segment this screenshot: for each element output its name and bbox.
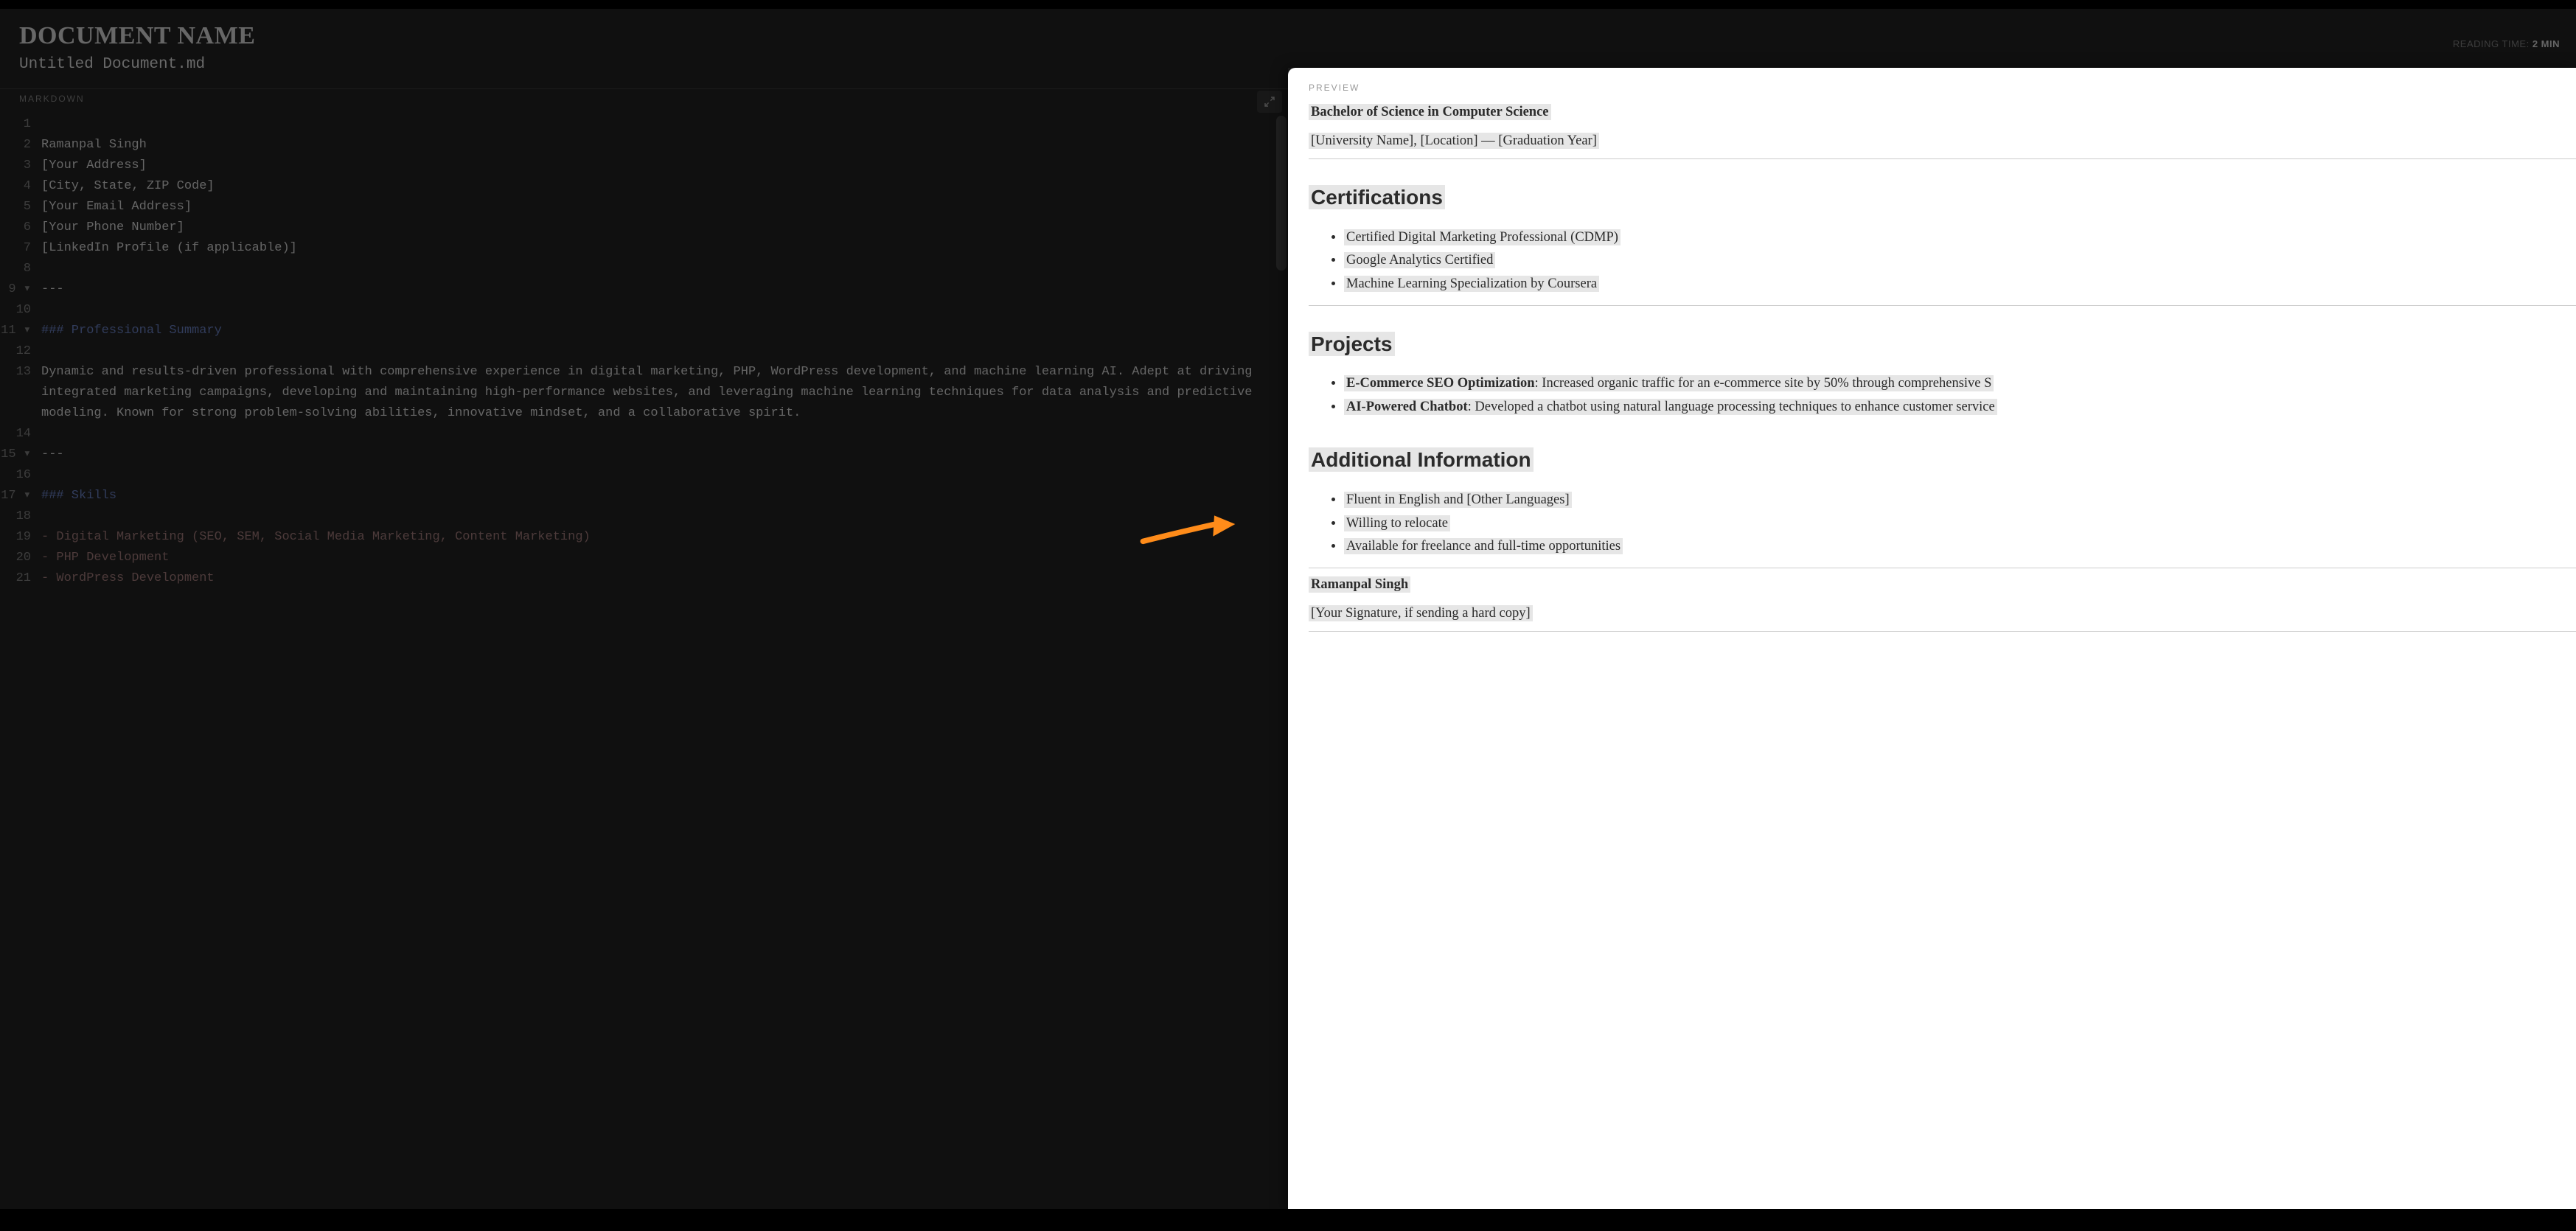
line-number: 18 — [0, 506, 31, 527]
list-item: Certified Digital Marketing Professional… — [1344, 227, 2576, 248]
list-item: E-Commerce SEO Optimization: Increased o… — [1344, 373, 2576, 394]
reading-time-label: READING TIME: — [2453, 38, 2530, 49]
list-item: Willing to relocate — [1344, 513, 2576, 534]
preview-caption: PREVIEW — [1309, 83, 2576, 93]
line-number: 13 — [0, 362, 31, 424]
reading-time: READING TIME: 2 MIN — [2453, 38, 2560, 49]
signature-note: [Your Signature, if sending a hard copy] — [1309, 605, 1533, 621]
editor-caption: MARKDOWN — [19, 94, 85, 104]
certifications-list: Certified Digital Marketing Professional… — [1309, 227, 2576, 295]
line-number: 21 — [0, 568, 31, 589]
document-name-label: DOCUMENT NAME — [19, 22, 2557, 50]
line-number: 19 — [0, 527, 31, 548]
preview-pane: PREVIEW Bachelor of Science in Computer … — [1288, 68, 2576, 1209]
preview-body[interactable]: Bachelor of Science in Computer Science … — [1288, 99, 2576, 638]
line-number: 14 — [0, 424, 31, 444]
heading-certifications: Certifications — [1309, 185, 1445, 209]
list-item: Machine Learning Specialization by Cours… — [1344, 273, 2576, 295]
editor-scrollbar[interactable] — [1276, 116, 1287, 271]
line-number: 6 — [0, 217, 31, 238]
line-number: 2 — [0, 135, 31, 156]
list-item: Google Analytics Certified — [1344, 250, 2576, 271]
line-number: 8 — [0, 259, 31, 279]
line-number: 20 — [0, 548, 31, 568]
additional-list: Fluent in English and [Other Languages] … — [1309, 489, 2576, 557]
main-split: MARKDOWN 123456789 ▾1011 ▾12131415 ▾1617… — [0, 88, 2576, 1209]
project-2-text: : Developed a chatbot using natural lang… — [1468, 400, 1995, 414]
line-number: 3 — [0, 156, 31, 176]
line-number: 17 ▾ — [0, 486, 31, 506]
line-number: 9 ▾ — [0, 279, 31, 300]
line-number: 7 — [0, 238, 31, 259]
divider — [1309, 631, 2576, 632]
project-1-title: E-Commerce SEO Optimization — [1346, 376, 1535, 391]
list-item: Fluent in English and [Other Languages] — [1344, 489, 2576, 511]
projects-list: E-Commerce SEO Optimization: Increased o… — [1309, 373, 2576, 417]
line-number: 11 ▾ — [0, 321, 31, 341]
line-number: 5 — [0, 197, 31, 217]
editor-pane: MARKDOWN 123456789 ▾1011 ▾12131415 ▾1617… — [0, 88, 1288, 1209]
list-item: AI-Powered Chatbot: Developed a chatbot … — [1344, 397, 2576, 418]
degree-sub: [University Name], [Location] — [Graduat… — [1309, 133, 1599, 149]
reading-time-value: 2 MIN — [2533, 38, 2560, 49]
divider — [1309, 158, 2576, 159]
code-editor[interactable]: 123456789 ▾1011 ▾12131415 ▾1617 ▾1819202… — [0, 114, 1288, 1209]
code-content[interactable]: Ramanpal Singh[Your Address][City, State… — [41, 114, 1288, 1209]
list-item: Available for freelance and full-time op… — [1344, 536, 2576, 557]
line-number: 4 — [0, 176, 31, 197]
line-number: 15 ▾ — [0, 444, 31, 465]
signature-name: Ramanpal Singh — [1309, 576, 1410, 593]
line-number: 16 — [0, 465, 31, 486]
expand-editor-button[interactable] — [1257, 91, 1282, 113]
degree-title: Bachelor of Science in Computer Science — [1309, 104, 1551, 120]
project-2-title: AI-Powered Chatbot — [1346, 400, 1468, 414]
expand-icon — [1264, 96, 1275, 108]
line-number: 12 — [0, 341, 31, 362]
heading-projects: Projects — [1309, 332, 1395, 356]
line-number: 1 — [0, 114, 31, 135]
line-number-gutter: 123456789 ▾1011 ▾12131415 ▾1617 ▾1819202… — [0, 114, 41, 1209]
app-window: DOCUMENT NAME Untitled Document.md READI… — [0, 9, 2576, 1209]
heading-additional: Additional Information — [1309, 447, 1534, 472]
divider — [1309, 305, 2576, 306]
line-number: 10 — [0, 300, 31, 321]
project-1-text: : Increased organic traffic for an e-com… — [1535, 376, 1992, 391]
